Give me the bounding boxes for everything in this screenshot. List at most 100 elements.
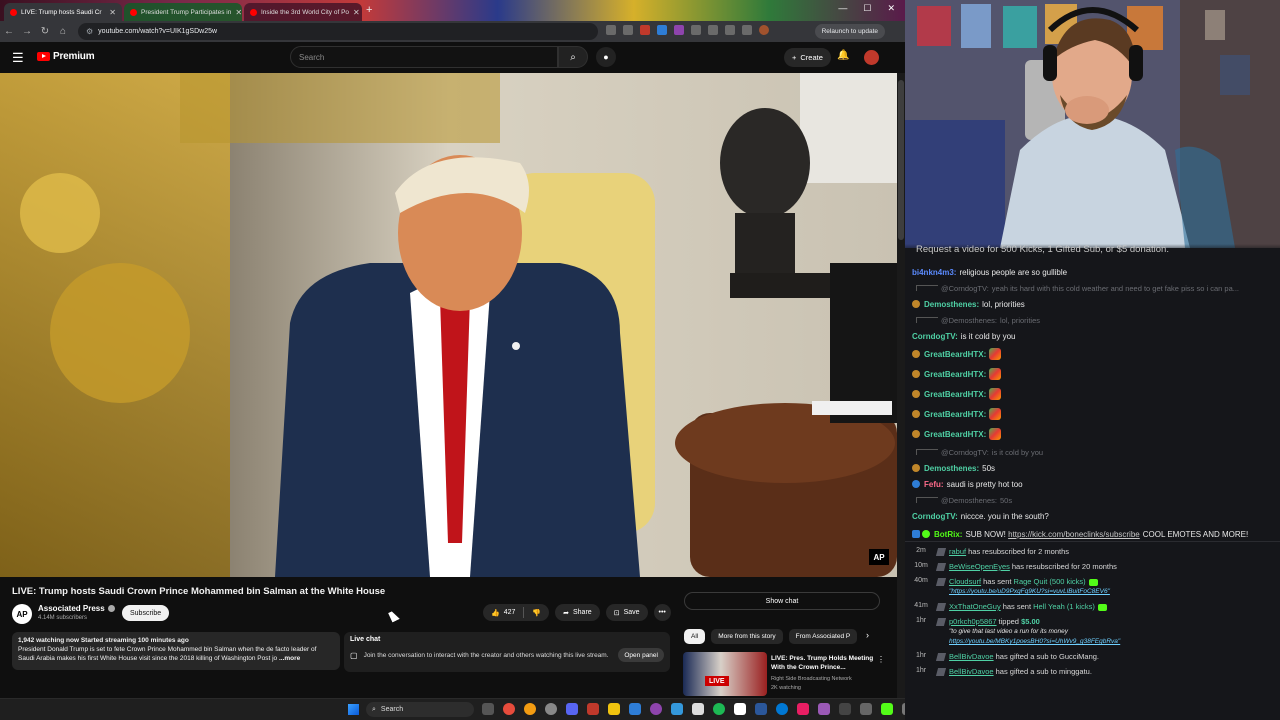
event-username[interactable]: rabuf xyxy=(949,547,966,556)
close-window-icon[interactable]: ✕ xyxy=(887,3,895,14)
chat-username[interactable]: GreatBeardHTX: xyxy=(924,390,986,399)
app-icon[interactable] xyxy=(860,703,872,715)
event-username[interactable]: Cloudsurf xyxy=(949,577,981,586)
chat-username[interactable]: @CorndogTV: xyxy=(941,284,989,293)
site-info-icon[interactable]: ⚙ xyxy=(86,27,93,36)
event-username[interactable]: BellBivDavoe xyxy=(949,667,994,676)
task-view-icon[interactable] xyxy=(482,703,494,715)
app-icon[interactable] xyxy=(797,703,809,715)
chat-username[interactable]: bi4nkn4m3: xyxy=(912,268,956,277)
home-icon[interactable]: ⌂ xyxy=(54,26,72,37)
search-button[interactable]: ⌕ xyxy=(558,46,588,68)
app-icon[interactable] xyxy=(503,703,515,715)
app-icon[interactable] xyxy=(755,703,767,715)
chevron-right-icon[interactable]: › xyxy=(866,630,869,640)
reload-icon[interactable]: ↻ xyxy=(36,26,54,37)
like-count[interactable]: 427 xyxy=(504,609,516,616)
share-button[interactable]: ➦ Share xyxy=(555,604,600,621)
app-icon[interactable] xyxy=(734,703,746,715)
discord-icon[interactable] xyxy=(566,703,578,715)
app-icon[interactable] xyxy=(587,703,599,715)
back-icon[interactable]: ← xyxy=(0,26,18,37)
app-icon[interactable] xyxy=(776,703,788,715)
search-input[interactable]: Search xyxy=(290,46,558,68)
event-username[interactable]: p0rkch0p5867 xyxy=(949,617,997,626)
app-icon[interactable] xyxy=(650,703,662,715)
chip-from-associated-press[interactable]: From Associated P xyxy=(788,629,858,644)
download-icon[interactable] xyxy=(742,25,752,35)
forward-icon[interactable]: → xyxy=(18,26,36,37)
event-link[interactable]: "https://youtu.be/uD9PxqFq9KU?si=vuvLlBu… xyxy=(949,587,1110,597)
show-more-link[interactable]: ...more xyxy=(279,655,300,662)
close-tab-icon[interactable]: ✕ xyxy=(231,8,242,17)
chat-username[interactable]: GreatBeardHTX: xyxy=(924,370,986,379)
sidebar-icon[interactable] xyxy=(725,25,735,35)
tab-president-trump[interactable]: President Trump Participates in ✕ xyxy=(124,3,242,21)
close-tab-icon[interactable]: ✕ xyxy=(105,8,116,17)
profile-avatar[interactable] xyxy=(759,25,769,35)
taskbar-search[interactable]: ⌕ Search xyxy=(366,702,474,717)
close-tab-icon[interactable]: ✕ xyxy=(349,8,360,17)
video-player[interactable]: AP xyxy=(0,73,897,577)
event-username[interactable]: BellBivDavoe xyxy=(949,652,994,661)
thumbs-up-icon[interactable]: 👍 xyxy=(491,609,500,617)
scrollbar-thumb[interactable] xyxy=(898,80,904,240)
youtube-logo[interactable]: Premium xyxy=(37,51,95,62)
chat-username[interactable]: Demosthenes: xyxy=(924,464,979,473)
event-username[interactable]: BeWiseOpenEyes xyxy=(949,562,1010,571)
more-actions-button[interactable]: ••• xyxy=(653,604,671,621)
chrome-icon[interactable] xyxy=(524,703,536,715)
open-panel-button[interactable]: Open panel xyxy=(618,648,664,662)
puzzle-icon[interactable] xyxy=(708,25,718,35)
chat-username[interactable]: @Demosthenes: xyxy=(941,316,997,325)
channel-name[interactable]: Associated Press xyxy=(38,604,115,613)
create-button[interactable]: + Create xyxy=(784,48,831,67)
kick-icon[interactable] xyxy=(881,703,893,715)
chip-more-from-story[interactable]: More from this story xyxy=(711,629,783,644)
chat-username[interactable]: BotRix: xyxy=(934,530,962,539)
app-icon[interactable] xyxy=(671,703,683,715)
chat-username[interactable]: GreatBeardHTX: xyxy=(924,430,986,439)
event-username[interactable]: XxThatOneGuy xyxy=(949,602,1001,611)
extension-icon[interactable] xyxy=(640,25,650,35)
recommended-channel[interactable]: Right Side Broadcasting Network xyxy=(771,676,852,682)
cast-icon[interactable] xyxy=(606,25,616,35)
more-vertical-icon[interactable]: ⋮ xyxy=(877,655,885,664)
chat-username[interactable]: CorndogTV: xyxy=(912,332,958,341)
maximize-icon[interactable]: ☐ xyxy=(863,3,871,14)
windows-start-icon[interactable] xyxy=(348,704,359,715)
bookmark-star-icon[interactable] xyxy=(623,25,633,35)
menu-icon[interactable]: ☰ xyxy=(12,50,24,66)
chip-all[interactable]: All xyxy=(684,629,706,644)
recommended-thumbnail[interactable]: LIVE xyxy=(683,652,767,696)
relaunch-button[interactable]: Relaunch to update xyxy=(814,24,885,39)
new-tab-button[interactable]: + xyxy=(366,4,372,16)
extension-icon[interactable] xyxy=(657,25,667,35)
voice-search-button[interactable]: ● xyxy=(596,47,616,67)
chat-username[interactable]: Demosthenes: xyxy=(924,300,979,309)
chat-username[interactable]: GreatBeardHTX: xyxy=(924,350,986,359)
chat-username[interactable]: @CorndogTV: xyxy=(941,448,989,457)
minimize-icon[interactable]: — xyxy=(838,3,847,14)
chat-username[interactable]: Fefu: xyxy=(924,480,944,489)
extension-icon[interactable] xyxy=(691,25,701,35)
subscribe-button[interactable]: Subscribe xyxy=(122,605,170,621)
event-link[interactable]: https://youtu.be/MBKy1poesBH0?si=UhWv9_g… xyxy=(949,637,1120,647)
app-icon[interactable] xyxy=(692,703,704,715)
recommended-video[interactable]: LIVE LIVE: Pres. Trump Holds Meeting Wit… xyxy=(683,652,893,696)
folder-icon[interactable] xyxy=(608,703,620,715)
tab-third-world-city[interactable]: Inside the 3rd World City of Po ✕ xyxy=(244,3,362,21)
save-button[interactable]: ⊡ Save xyxy=(605,604,648,621)
notifications-bell-icon[interactable]: 🔔 xyxy=(837,50,849,61)
thumbs-down-icon[interactable]: 👎 xyxy=(532,609,541,617)
app-icon[interactable] xyxy=(839,703,851,715)
address-bar[interactable]: ⚙ youtube.com/watch?v=UIK1gSDw25w xyxy=(78,23,598,40)
chat-username[interactable]: CorndogTV: xyxy=(912,512,958,521)
chat-link[interactable]: https://kick.com/boneclinks/subscribe xyxy=(1008,530,1140,539)
tab-youtube-live[interactable]: LIVE: Trump hosts Saudi Cr ✕ xyxy=(4,3,122,21)
show-chat-button[interactable]: Show chat xyxy=(684,592,880,610)
account-avatar[interactable] xyxy=(864,50,879,65)
chrome-icon[interactable] xyxy=(545,703,557,715)
app-icon[interactable] xyxy=(818,703,830,715)
description-box[interactable]: 1,942 watching now Started streaming 100… xyxy=(12,632,340,670)
